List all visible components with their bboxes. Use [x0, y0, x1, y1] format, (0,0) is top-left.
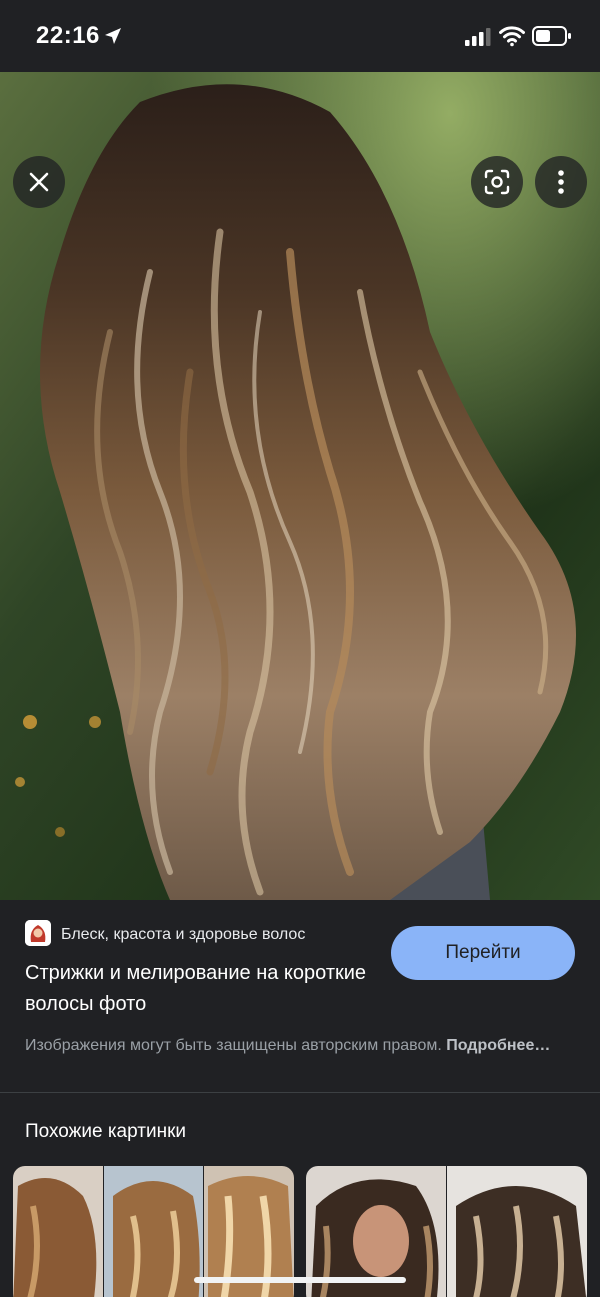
more-vert-icon — [558, 170, 564, 194]
battery-icon — [532, 26, 571, 46]
copyright-text: Изображения могут быть защищены авторски… — [25, 1037, 442, 1054]
location-arrow-icon — [105, 28, 121, 44]
wifi-icon — [499, 26, 525, 47]
close-icon — [29, 172, 49, 192]
learn-more-link[interactable]: Подробнее… — [446, 1037, 550, 1054]
copyright-notice: Изображения могут быть защищены авторски… — [25, 1033, 575, 1058]
divider — [0, 1092, 600, 1093]
main-image[interactable] — [0, 72, 600, 900]
google-lens-icon — [484, 169, 510, 195]
google-lens-button[interactable] — [471, 156, 523, 208]
cellular-signal-icon — [465, 28, 491, 46]
source-favicon-icon[interactable] — [25, 920, 51, 946]
close-button[interactable] — [13, 156, 65, 208]
source-site-name[interactable]: Блеск, красота и здоровье волос — [61, 926, 305, 944]
image-viewer-screen: 22:16 Блеск, красота и здоровье волос Ст… — [0, 0, 600, 1297]
status-time: 22:16 — [36, 22, 100, 49]
home-indicator[interactable] — [194, 1277, 406, 1283]
visit-button[interactable]: Перейти — [391, 926, 575, 980]
similar-images-heading: Похожие картинки — [25, 1121, 186, 1142]
status-bar: 22:16 — [0, 0, 600, 72]
more-options-button[interactable] — [535, 156, 587, 208]
result-title[interactable]: Стрижки и мелирование на короткие волосы… — [25, 958, 385, 1020]
